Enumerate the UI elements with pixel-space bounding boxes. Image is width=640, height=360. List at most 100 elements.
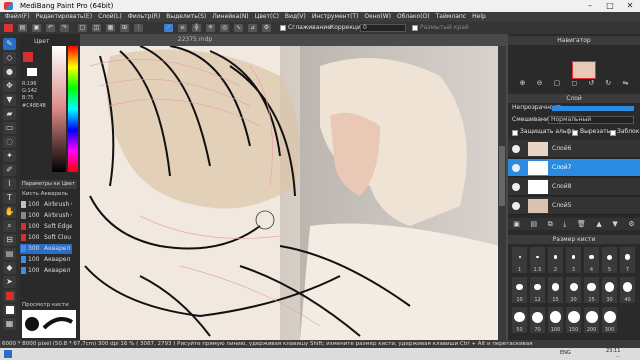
zoom-tool-icon[interactable]: ⌕: [3, 220, 16, 232]
menu-select[interactable]: Выделить(S): [163, 12, 209, 22]
menu-color[interactable]: Цвет(C): [252, 12, 282, 22]
document-tab[interactable]: 22375.mdp: [165, 36, 225, 45]
brush-size-option[interactable]: 70: [530, 307, 545, 333]
brush-size-option[interactable]: 15: [548, 277, 563, 303]
layer-settings-icon[interactable]: ⚙: [628, 218, 634, 230]
layer-up-icon[interactable]: ▲: [596, 218, 601, 230]
delete-layer-icon[interactable]: 🗑: [577, 218, 586, 230]
clip-checkbox[interactable]: [572, 130, 578, 136]
select-all-icon[interactable]: ▦: [106, 24, 115, 32]
brush-size-option[interactable]: 100: [548, 307, 563, 333]
brush-size-option[interactable]: 200: [584, 307, 599, 333]
brush-size-option[interactable]: 20: [566, 277, 581, 303]
antialias-checkbox[interactable]: [280, 25, 286, 31]
canvas-scrollbar[interactable]: [498, 46, 506, 340]
eraser-tool-icon[interactable]: ◇: [3, 52, 16, 64]
maximize-icon[interactable]: □: [600, 0, 620, 12]
hand-tool-icon[interactable]: ✋: [3, 206, 16, 218]
snap-off-icon[interactable]: ⟋: [164, 24, 173, 32]
brush-size-option[interactable]: 300: [602, 307, 617, 333]
deselect-icon[interactable]: ▢: [78, 24, 87, 32]
blend-select[interactable]: Нормальный: [548, 116, 634, 124]
minimize-icon[interactable]: –: [580, 0, 600, 12]
snap-settings-icon[interactable]: ⚙: [262, 24, 271, 32]
brush-tool-icon[interactable]: ✎: [3, 38, 16, 50]
invert-select-icon[interactable]: ◫: [92, 24, 101, 32]
foreground-color-swatch[interactable]: [23, 52, 33, 62]
brush-size-option[interactable]: 10: [512, 277, 527, 303]
menu-edit[interactable]: Редактировать(E): [33, 12, 95, 22]
transparent-color-icon[interactable]: ▦: [3, 318, 16, 330]
fit-icon[interactable]: ▢: [554, 79, 561, 87]
visibility-eye-icon[interactable]: [512, 164, 520, 172]
shape-tool-icon[interactable]: ◆: [3, 262, 16, 274]
brush-item[interactable]: 100 Airbrush (: [20, 200, 72, 210]
add-folder-icon[interactable]: ▤: [530, 218, 537, 230]
correction-select[interactable]: 0: [360, 24, 406, 32]
brush-item[interactable]: 100 Soft Clou: [20, 233, 72, 243]
brush-size-option[interactable]: 4: [584, 247, 599, 273]
saturation-slider[interactable]: [52, 46, 66, 172]
visibility-eye-icon[interactable]: [512, 202, 520, 210]
menu-layer[interactable]: Слой(L): [95, 12, 125, 22]
brush-item[interactable]: 300 Акварел: [20, 244, 72, 254]
zoom-out-icon[interactable]: ⊖: [537, 79, 543, 87]
menu-view[interactable]: Вид(V): [282, 12, 309, 22]
actual-size-icon[interactable]: ◻: [571, 79, 577, 87]
brush-size-option[interactable]: 1.5: [530, 247, 545, 273]
background-color-swatch[interactable]: [27, 68, 37, 76]
add-layer-icon[interactable]: ▣: [513, 218, 520, 230]
snap-cross-icon[interactable]: ╬: [192, 24, 201, 32]
close-icon[interactable]: ✕: [620, 0, 640, 12]
menu-ruler[interactable]: Линейка(N): [209, 12, 251, 22]
bg-color-icon[interactable]: [3, 304, 16, 316]
flip-icon[interactable]: ⇋: [622, 79, 628, 87]
gradient-tool-icon[interactable]: ▰: [3, 108, 16, 120]
brush-size-option[interactable]: 2: [548, 247, 563, 273]
copy-layer-icon[interactable]: ⧉: [548, 218, 553, 230]
visibility-eye-icon[interactable]: [512, 183, 520, 191]
brush-size-option[interactable]: 40: [620, 277, 635, 303]
brush-item[interactable]: 100 Акварел: [20, 266, 72, 276]
rotate-right-icon[interactable]: ↻: [605, 79, 611, 87]
opacity-slider[interactable]: [552, 106, 634, 111]
layer-row[interactable]: Слой8: [508, 178, 640, 196]
brush-item[interactable]: 100 Soft Edge: [20, 222, 72, 232]
brush-item[interactable]: 100 Airbrush (: [20, 211, 72, 221]
brush-size-option[interactable]: 12: [530, 277, 545, 303]
undo-icon[interactable]: ↶: [46, 24, 55, 32]
save-icon[interactable]: ▣: [32, 24, 41, 32]
operation-tool-icon[interactable]: ➤: [3, 276, 16, 288]
snap-icon[interactable]: ⋮: [134, 24, 143, 32]
menu-window[interactable]: Окно(W): [361, 12, 394, 22]
navigator-thumbnail[interactable]: [572, 61, 596, 79]
tab-color[interactable]: Цвет: [60, 180, 77, 189]
menu-help[interactable]: Help: [469, 12, 489, 22]
divide-tool-icon[interactable]: ⊟: [3, 234, 16, 246]
visibility-eye-icon[interactable]: [512, 145, 520, 153]
magic-wand-icon[interactable]: ✦: [3, 150, 16, 162]
redo-icon[interactable]: ↷: [60, 24, 69, 32]
menu-file[interactable]: Файл(F): [2, 12, 33, 22]
dot-tool-icon[interactable]: ●: [3, 66, 16, 78]
text-tool-icon[interactable]: T: [3, 192, 16, 204]
snap-perspective-icon[interactable]: ⊿: [248, 24, 257, 32]
lock-checkbox[interactable]: [610, 130, 616, 136]
brush-size-option[interactable]: 7: [620, 247, 635, 273]
brush-size-option[interactable]: 1: [512, 247, 527, 273]
menu-filter[interactable]: Фильтр(R): [125, 12, 164, 22]
grid-icon[interactable]: ⊞: [120, 24, 129, 32]
lasso-tool-icon[interactable]: ◌: [3, 136, 16, 148]
layer-row[interactable]: Слой7: [508, 159, 640, 177]
layer-down-icon[interactable]: ▼: [612, 218, 617, 230]
fill-tool-icon[interactable]: ▼: [3, 94, 16, 106]
snap-radial-icon[interactable]: ✳: [206, 24, 215, 32]
rect-select-icon[interactable]: ▭: [3, 122, 16, 134]
new-file-icon[interactable]: [4, 24, 13, 32]
blur-checkbox[interactable]: [412, 25, 418, 31]
snap-parallel-icon[interactable]: ≡: [178, 24, 187, 32]
merge-down-icon[interactable]: ⤓: [563, 218, 566, 230]
layer-row[interactable]: Слой6: [508, 140, 640, 158]
fg-color-icon[interactable]: [3, 290, 16, 302]
rotate-left-icon[interactable]: ↺: [588, 79, 594, 87]
